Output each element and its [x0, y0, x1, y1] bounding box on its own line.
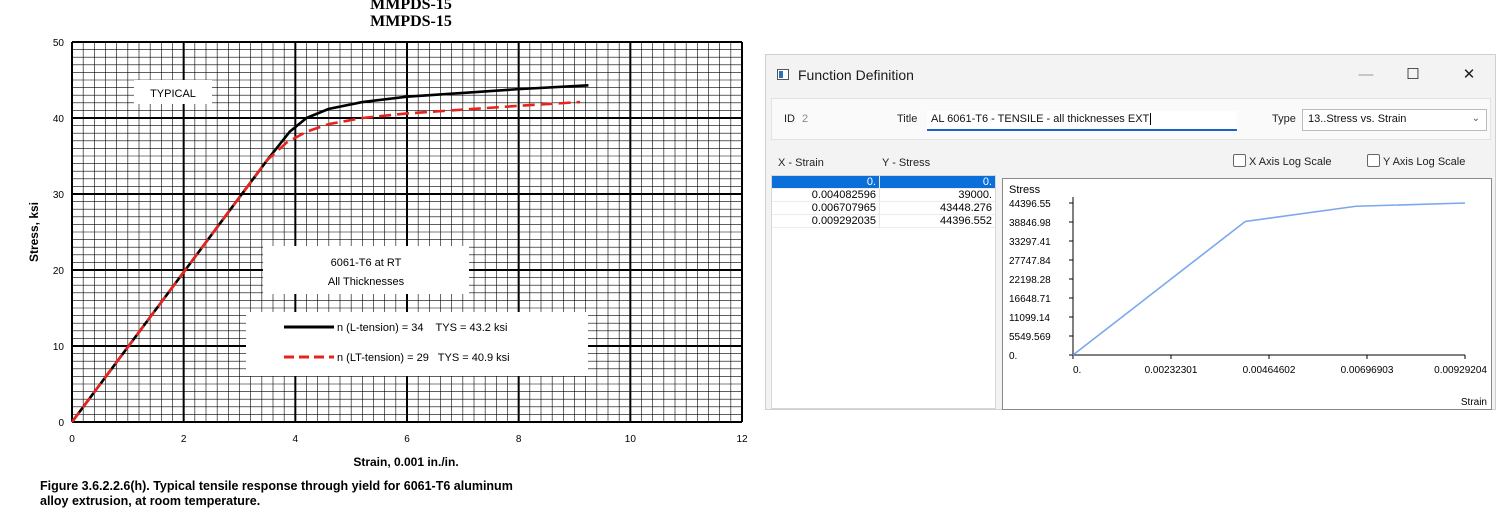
table-row[interactable]: 0.009292035 44396.552 — [772, 215, 995, 228]
window-title: Function Definition — [798, 67, 914, 83]
table-cell-y[interactable]: 0. — [880, 176, 995, 189]
y-tick-label: 0 — [58, 418, 64, 429]
table-cell-y[interactable]: 39000. — [880, 189, 995, 202]
plot-series — [1072, 202, 1466, 356]
title-input-value: AL 6061-T6 - TENSILE - all thicknesses E… — [931, 113, 1150, 125]
checkbox-box — [1233, 154, 1246, 167]
stress-strain-figure: MMPDS-15 MMPDS-15 01020304050 0 2 4 6 8 10 12 … — [27, 0, 748, 508]
y-column-header[interactable]: Y - Stress — [882, 157, 930, 169]
x-tick-label: 0 — [69, 434, 75, 445]
x-log-scale-label: X Axis Log Scale — [1249, 156, 1332, 168]
title-input[interactable]: AL 6061-T6 - TENSILE - all thicknesses E… — [927, 111, 1237, 131]
x-tick-label: 4 — [293, 434, 299, 445]
function-definition-window: Function Definition — ☐ ✕ ID 2 Title AL … — [765, 54, 1496, 410]
plot-x-tick-label: 0. — [1073, 365, 1081, 376]
app-window-icon — [777, 69, 789, 80]
table-cell-y[interactable]: 44396.552 — [880, 215, 995, 228]
figure-caption-line1: Figure 3.6.2.2.6(h). Typical tensile res… — [40, 479, 513, 493]
type-label: Type — [1272, 113, 1296, 125]
legend-entry-l-tension: n (L-tension) = 34 TYS = 43.2 ksi — [337, 322, 507, 334]
plot-x-tick-label: 0.00929204 — [1434, 365, 1487, 376]
x-tick-label: 2 — [181, 434, 187, 445]
table-cell-x[interactable]: 0.006707965 — [772, 202, 880, 215]
x-column-header[interactable]: X - Strain — [778, 157, 824, 169]
table-cell-y[interactable]: 43448.276 — [880, 202, 995, 215]
plot-y-tick-label: 5549.569 — [1009, 332, 1051, 343]
type-select[interactable]: 13..Stress vs. Strain ⌄ — [1302, 109, 1487, 131]
plot-x-tick-label: 0.00232301 — [1145, 365, 1198, 376]
table-cell-x[interactable]: 0. — [772, 176, 880, 189]
plot-y-tick-label: 0. — [1009, 351, 1017, 362]
figure-x-axis-label: Strain, 0.001 in./in. — [353, 455, 458, 469]
x-log-scale-checkbox[interactable]: X Axis Log Scale — [1233, 154, 1332, 168]
plot-x-tick-label: 0.00696903 — [1341, 365, 1394, 376]
id-value: 2 — [802, 113, 809, 125]
figure-y-ticks: 0 10 20 30 40 50 — [53, 38, 65, 429]
table-cell-x[interactable]: 0.009292035 — [772, 215, 880, 228]
legend-entry-lt-tension: n (LT-tension) = 29 TYS = 40.9 ksi — [337, 352, 510, 364]
figure-x-ticks: 0 2 4 6 8 10 12 — [69, 434, 748, 445]
plot-x-axis-label: Strain — [1461, 397, 1487, 408]
y-tick-label: 50 — [53, 38, 65, 49]
y-log-scale-checkbox[interactable]: Y Axis Log Scale — [1367, 154, 1465, 168]
chevron-down-icon: ⌄ — [1471, 113, 1480, 124]
legend-title-line2: All Thicknesses — [328, 276, 405, 288]
plot-y-tick-label: 27747.84 — [1009, 256, 1051, 267]
plot-y-tick-label: 11099.14 — [1009, 313, 1050, 324]
plot-x-tick-label: 0.00464602 — [1243, 365, 1296, 376]
figure-y-axis-label: Stress, ksi — [27, 202, 41, 262]
table-row[interactable]: 0.004082596 39000. — [772, 189, 995, 202]
y-tick-label: 30 — [53, 190, 65, 201]
title-label: Title — [897, 113, 918, 125]
x-tick-label: 12 — [736, 434, 748, 445]
plot-y-tick-label: 33297.41 — [1009, 237, 1051, 248]
function-data-table: 0. 0. 0.004082596 39000. 0.006707965 434… — [771, 175, 996, 409]
typical-label: TYPICAL — [150, 88, 196, 100]
y-tick-label: 40 — [53, 114, 65, 125]
minimize-button[interactable]: — — [1351, 63, 1381, 87]
table-row[interactable]: 0. 0. — [772, 176, 995, 189]
y-log-scale-label: Y Axis Log Scale — [1383, 156, 1466, 168]
table-row[interactable]: 0.006707965 43448.276 — [772, 202, 995, 215]
window-titlebar[interactable]: Function Definition — ☐ ✕ — [766, 55, 1495, 95]
y-tick-label: 10 — [53, 342, 65, 353]
figure-header: MMPDS-15 — [370, 13, 452, 30]
plot-y-tick-label: 22198.28 — [1009, 275, 1051, 286]
x-tick-label: 10 — [625, 434, 637, 445]
y-tick-label: 20 — [53, 266, 65, 277]
close-button[interactable]: ✕ — [1454, 63, 1484, 87]
figure-caption-line2: alloy extrusion, at room temperature. — [40, 494, 260, 508]
legend-title-line1: 6061-T6 at RT — [331, 257, 402, 269]
x-tick-label: 6 — [404, 434, 410, 445]
plot-y-tick-label: 44396.55 — [1009, 199, 1051, 210]
function-plot: Stress Strain 0. 5549.569 11099.14 16648.71… — [1009, 184, 1487, 408]
plot-y-axis-label: Stress — [1009, 184, 1041, 196]
table-cell-x[interactable]: 0.004082596 — [772, 189, 880, 202]
function-header-form: ID 2 Title AL 6061-T6 - TENSILE - all th… — [771, 98, 1491, 140]
type-select-value: 13..Stress vs. Strain — [1308, 113, 1407, 125]
id-label: ID — [784, 113, 795, 125]
plot-y-tick-label: 38846.98 — [1009, 218, 1051, 229]
x-tick-label: 8 — [516, 434, 522, 445]
checkbox-box — [1367, 154, 1380, 167]
plot-series-line — [1072, 202, 1466, 356]
function-plot-panel: Stress Strain 0. 5549.569 11099.14 16648.71… — [1002, 178, 1492, 410]
maximize-button[interactable]: ☐ — [1398, 63, 1428, 87]
plot-y-tick-label: 16648.71 — [1009, 294, 1051, 305]
figure-header-ghost: MMPDS-15 — [370, 0, 452, 13]
